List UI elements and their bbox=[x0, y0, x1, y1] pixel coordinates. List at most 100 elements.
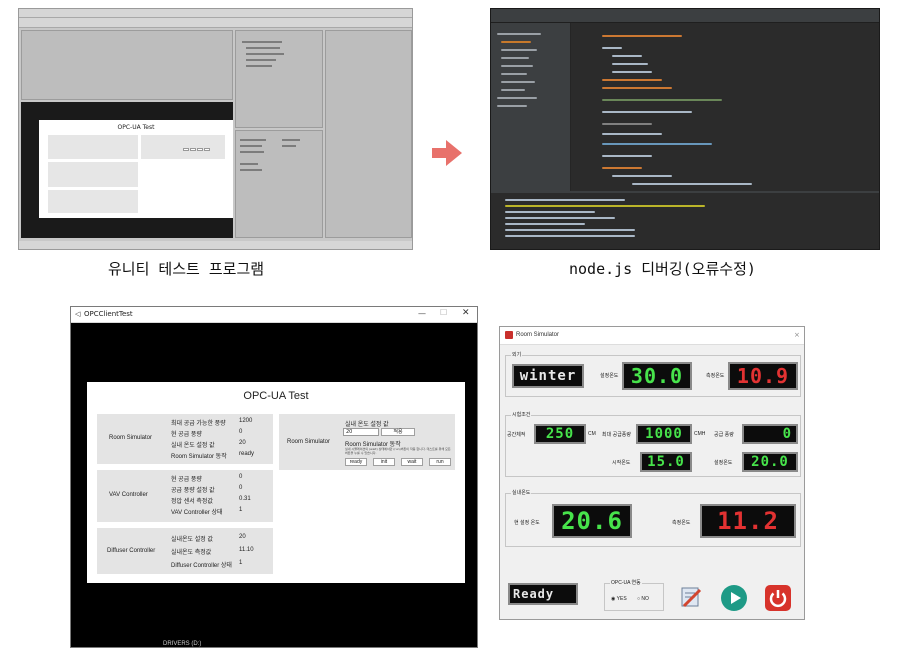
unity-editor-screenshot: OPC-UA Test bbox=[18, 8, 413, 250]
room-measured-label: 측정온도 bbox=[672, 520, 691, 526]
room-simulator-control-box: Room Simulator 실내 온도 설정 값 20 적용 Room Sim… bbox=[279, 414, 455, 470]
row-label: 실내온도 설정 값 bbox=[171, 537, 213, 543]
measured-display: 10.9 bbox=[728, 362, 798, 390]
row-value: 1 bbox=[239, 507, 243, 513]
room-simulator-label: Room Simulator bbox=[287, 439, 331, 445]
close-icon[interactable]: ✕ bbox=[462, 308, 470, 318]
row-label: 실내온도 측정값 bbox=[171, 550, 212, 556]
unity-opc-title: OPC-UA Test bbox=[117, 124, 155, 131]
taskbar-drive-label: DRIVERS (D:) bbox=[163, 641, 202, 647]
max-supply-display: 1000 bbox=[636, 424, 692, 444]
no-label: NO bbox=[641, 596, 649, 602]
opc-window-title: OPCClientTest bbox=[84, 310, 133, 318]
ide-menu-bar bbox=[491, 9, 879, 23]
current-set-display: 20.6 bbox=[552, 504, 632, 538]
row-value: 0 bbox=[239, 474, 243, 480]
current-set-label: 현 설정 온도 bbox=[514, 520, 540, 526]
row-label: 실내 온도 설정 값 bbox=[171, 443, 215, 449]
row-value: 20 bbox=[239, 534, 246, 540]
opc-panel: OPC-UA Test Room Simulator 최대 공급 가능한 풍량 … bbox=[87, 382, 465, 583]
room-temp-group: 실내온도 현 설정 온도 20.6 측정온도 11.2 bbox=[505, 489, 801, 547]
arrow-right-icon bbox=[432, 140, 462, 166]
yes-radio[interactable]: ◉ YES bbox=[611, 596, 627, 602]
row-label: 현 공급 풍량 bbox=[171, 477, 202, 483]
space-volume-display: 250 bbox=[534, 424, 586, 444]
row-label: 정압 센서 측정값 bbox=[171, 499, 213, 505]
ready-button[interactable]: ready bbox=[345, 458, 367, 466]
opcua-link-title: OPC-UA 연동 bbox=[610, 579, 642, 586]
status-display: Ready bbox=[508, 583, 578, 605]
caption-unity: 유니티 테스트 프로그램 bbox=[108, 260, 265, 278]
opc-client-window: ◁ OPCClientTest — ☐ ✕ OPC-UA Test Room S… bbox=[70, 306, 478, 648]
apply-button[interactable]: 적용 bbox=[381, 428, 415, 436]
init-button[interactable]: init bbox=[373, 458, 395, 466]
action-description: 실내 시뮬레이션의 (wait) 상태에서만 (run)버튼이 작동 합니다. … bbox=[345, 447, 451, 455]
settings-edit-icon[interactable] bbox=[678, 584, 704, 610]
start-temp-display: 15.0 bbox=[640, 452, 692, 472]
row-label: 공급 풍량 설정 값 bbox=[171, 488, 215, 494]
power-icon[interactable] bbox=[764, 584, 792, 612]
row-value: 0.31 bbox=[239, 496, 251, 502]
row-label: 최대 공급 가능한 풍량 bbox=[171, 421, 226, 427]
room-measured-display: 11.2 bbox=[700, 504, 796, 538]
setpoint-label: 설정온도 bbox=[600, 373, 619, 379]
minimize-icon[interactable]: — bbox=[418, 309, 426, 318]
ide-debug-screenshot bbox=[490, 8, 880, 250]
wait-button[interactable]: wait bbox=[401, 458, 423, 466]
row-value: 1200 bbox=[239, 418, 253, 424]
row-value: 11.10 bbox=[239, 547, 254, 553]
row-value: 1 bbox=[239, 560, 243, 566]
vav-controller-box: VAV Controller 현 공급 풍량 0 공급 풍량 설정 값 0 정압… bbox=[97, 470, 273, 522]
max-supply-unit: CMH bbox=[694, 431, 706, 437]
space-volume-label: 공간체적 bbox=[507, 432, 526, 438]
ide-debug-console bbox=[491, 191, 879, 249]
row-value: ready bbox=[239, 451, 255, 457]
ide-project-tree bbox=[491, 23, 571, 191]
test-condition-title: 시험조건 bbox=[511, 411, 532, 418]
measured-label: 측정온도 bbox=[706, 373, 725, 379]
diffuser-controller-label: Diffuser Controller bbox=[107, 548, 156, 554]
roomsim-title-bar: Room Simulator × bbox=[500, 327, 804, 345]
row-label: 현 공급 풍량 bbox=[171, 432, 202, 438]
unity-status-bar bbox=[19, 241, 412, 249]
vav-controller-label: VAV Controller bbox=[109, 492, 148, 498]
row-label: Diffuser Controller 상태 bbox=[171, 563, 232, 569]
diffuser-controller-box: Diffuser Controller 실내온도 설정 값 20 실내온도 측정… bbox=[97, 528, 273, 574]
unity-project-panel bbox=[235, 130, 323, 238]
unity-opc-card: OPC-UA Test bbox=[39, 120, 233, 218]
room-temp-title: 실내온도 bbox=[511, 489, 532, 496]
setpoint-display: 30.0 bbox=[622, 362, 692, 390]
row-value: 0 bbox=[239, 485, 243, 491]
opcua-link-group: OPC-UA 연동 ◉ YES ○ NO bbox=[604, 579, 664, 611]
play-icon[interactable] bbox=[720, 584, 748, 612]
room-simulator-label: Room Simulator bbox=[109, 435, 153, 441]
yes-label: YES bbox=[616, 596, 627, 602]
set-temp-label: 설정온도 bbox=[714, 460, 733, 466]
unity-game-view: OPC-UA Test bbox=[21, 102, 233, 238]
no-radio[interactable]: ○ NO bbox=[637, 596, 649, 602]
row-value: 0 bbox=[239, 429, 243, 435]
set-temp-display: 20.0 bbox=[742, 452, 798, 472]
test-condition-group: 시험조건 공간체적 250 CM 최대 공급풍량 1000 CMH 공급 풍량 … bbox=[505, 411, 801, 477]
setpoint-title: 실내 온도 설정 값 bbox=[345, 422, 389, 428]
supply-label: 공급 풍량 bbox=[714, 432, 734, 438]
ide-code-editor bbox=[572, 23, 879, 191]
unity-scene-view bbox=[21, 30, 233, 100]
unity-hierarchy-panel bbox=[235, 30, 323, 128]
app-icon bbox=[505, 331, 513, 339]
setpoint-input[interactable]: 20 bbox=[343, 428, 379, 436]
unity-title-bar bbox=[19, 9, 412, 18]
close-icon[interactable]: × bbox=[794, 331, 800, 339]
space-volume-unit: CM bbox=[588, 431, 596, 437]
row-value: 20 bbox=[239, 440, 246, 446]
supply-display: 0 bbox=[742, 424, 798, 444]
opc-panel-title: OPC-UA Test bbox=[243, 390, 309, 402]
maximize-icon[interactable]: ☐ bbox=[440, 308, 447, 317]
unity-inspector-panel bbox=[325, 30, 412, 238]
run-button[interactable]: run bbox=[429, 458, 451, 466]
room-simulator-window: Room Simulator × 외기 winter 설정온도 30.0 측정온… bbox=[499, 326, 805, 620]
room-simulator-box: Room Simulator 최대 공급 가능한 풍량 1200 현 공급 풍량… bbox=[97, 414, 273, 464]
opc-title-bar: ◁ OPCClientTest — ☐ ✕ bbox=[71, 307, 477, 323]
row-label: VAV Controller 상태 bbox=[171, 510, 223, 516]
outdoor-group-title: 외기 bbox=[511, 351, 523, 358]
